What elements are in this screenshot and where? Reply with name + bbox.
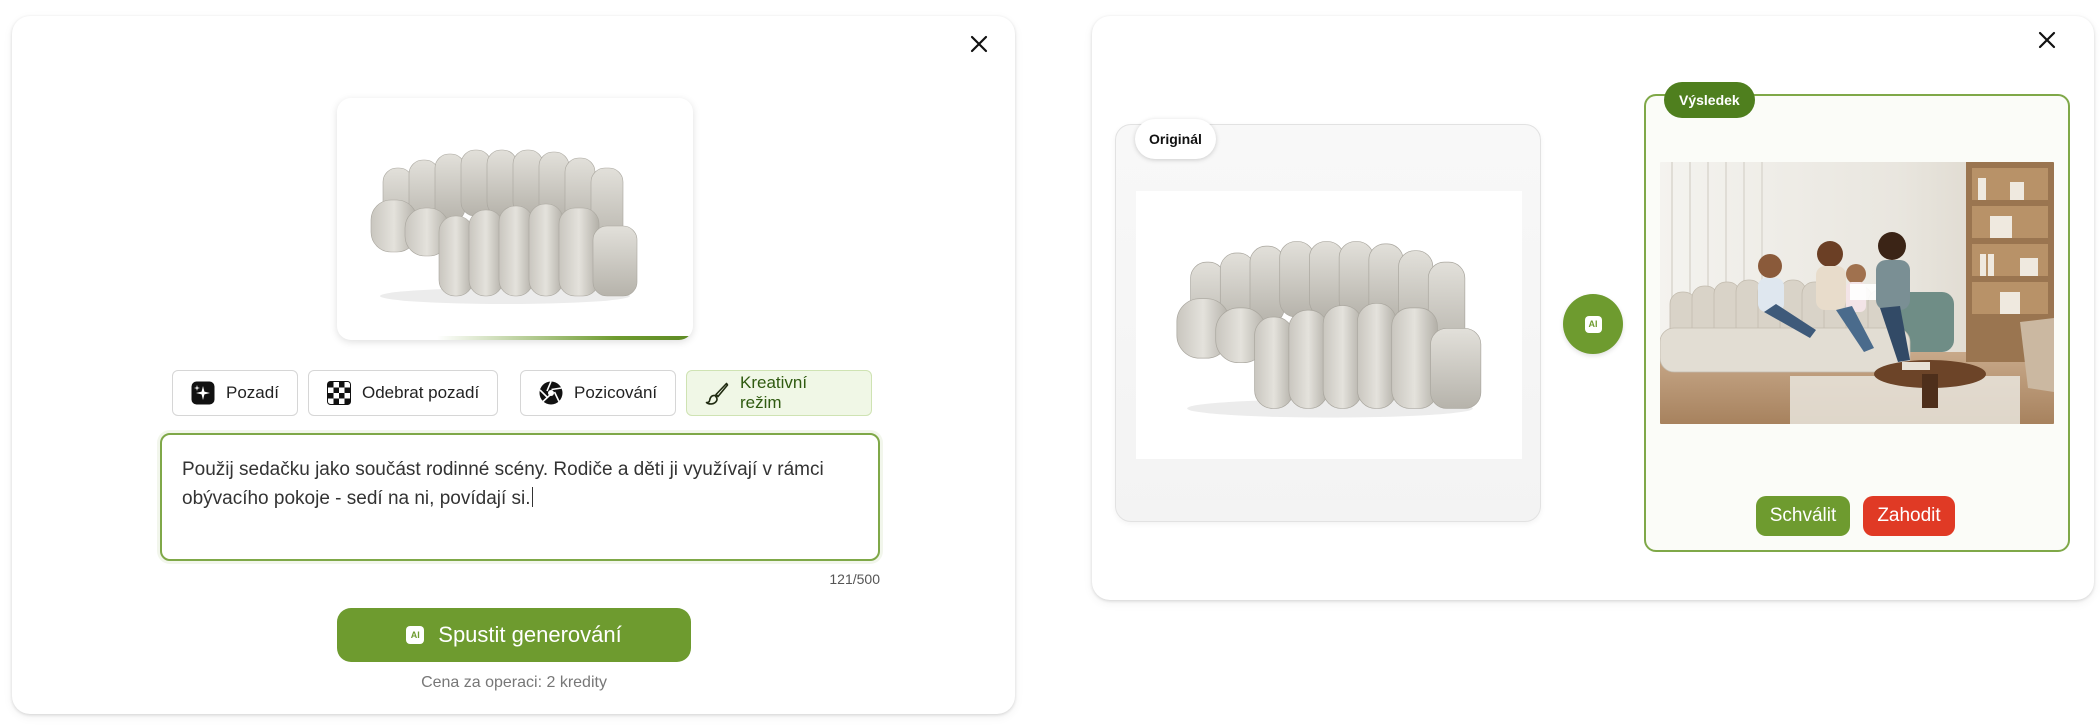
discard-button[interactable]: Zahodit [1863, 496, 1955, 536]
close-icon[interactable] [2034, 27, 2060, 53]
mode-remove-background-button[interactable]: Odebrat pozadí [308, 370, 499, 416]
mode-selector: Pozadí Odebrat pozadí Pozicování Kreativ… [172, 370, 872, 416]
ai-transform-indicator: AI [1563, 294, 1623, 354]
prompt-textarea[interactable]: Použij sedačku jako součást rodinné scén… [160, 433, 880, 561]
checkerboard-icon [327, 381, 351, 405]
mode-background-button[interactable]: Pozadí [172, 370, 298, 416]
generate-panel: Pozadí Odebrat pozadí Pozicování Kreativ… [12, 16, 1015, 714]
original-card: Originál [1115, 119, 1541, 522]
close-icon[interactable] [966, 31, 992, 57]
start-generation-button[interactable]: AI Spustit generování [337, 608, 691, 662]
sparkle-square-icon [191, 381, 215, 405]
aperture-icon [539, 381, 563, 405]
mode-label: Pozicování [574, 383, 658, 402]
mode-label: Kreativní režim [740, 373, 808, 412]
prompt-text: Použij sedačku jako součást rodinné scén… [182, 459, 824, 509]
mode-label: Pozadí [226, 383, 279, 402]
result-panel: Originál AI Výsledek Schválit Zahodit [1092, 16, 2094, 600]
approve-button[interactable]: Schválit [1756, 496, 1850, 536]
result-badge: Výsledek [1664, 82, 1755, 118]
mode-creative-button[interactable]: Kreativní režim [686, 370, 872, 416]
source-product-image [337, 98, 693, 340]
sofa-image [370, 149, 638, 304]
result-card: Výsledek Schválit Zahodit [1644, 82, 2070, 552]
original-badge: Originál [1135, 119, 1216, 159]
operation-price: Cena za operaci: 2 kredity [421, 674, 607, 691]
character-counter: 121/500 [829, 571, 880, 587]
sofa-image [1176, 241, 1482, 418]
mode-positioning-button[interactable]: Pozicování [520, 370, 677, 416]
original-image [1136, 191, 1522, 459]
mode-label: Odebrat pozadí [362, 383, 480, 402]
ai-icon: AI [1584, 315, 1602, 333]
ai-icon: AI [406, 626, 425, 644]
result-image [1660, 162, 2054, 424]
brush-icon [705, 382, 729, 405]
text-caret [531, 487, 533, 507]
generate-label: Spustit generování [438, 622, 622, 647]
family-living-room-image [1660, 162, 2054, 424]
